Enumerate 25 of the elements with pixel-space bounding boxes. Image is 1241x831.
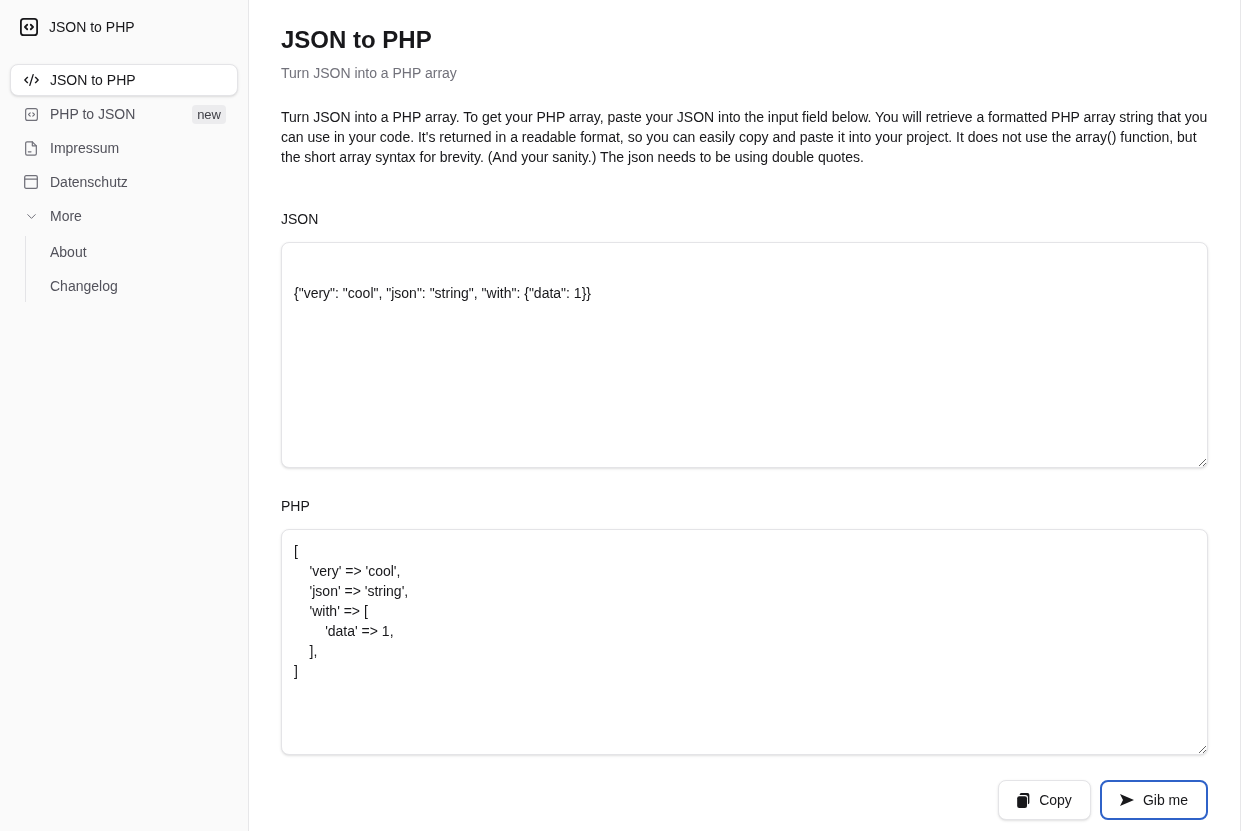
page-title: JSON to PHP	[281, 25, 433, 55]
submit-button[interactable]: Gib me	[1099, 780, 1208, 820]
sidebar-nav-item[interactable]: Impressum	[10, 132, 238, 164]
sidebar-nav-item[interactable]: More	[10, 200, 238, 232]
calendar-icon	[24, 175, 38, 189]
code-square-logo-icon	[20, 18, 38, 36]
new-badge: new	[192, 104, 226, 124]
field-label: PHP	[281, 497, 311, 516]
code-square-icon	[24, 107, 38, 121]
document-icon	[25, 140, 37, 156]
description-paragraph: Turn JSON into a PHP array. To get your PHP array, paste your JSON into the input field below. You will retrieve a formatted PHP array string that you can use in your code. It's returned in a readable format, so you can easily copy and paste it into your project. It does not use the array() function, but the short array syntax for brevity. (And your sanity.) The json needs to be using double quotes.	[281, 108, 1208, 167]
json-input-field[interactable]: {"very": "cool", "json": "string", "with": {"data": 1}}	[281, 242, 1208, 468]
code-icon	[23, 74, 39, 86]
page-subtitle: Turn JSON into a PHP array	[281, 64, 458, 83]
sidebar-subitem[interactable]: About	[38, 236, 238, 268]
sidebar-nav-item[interactable]: JSON to PHP	[10, 64, 238, 96]
sidebar-nav-item[interactable]: Datenschutz	[10, 166, 238, 198]
copy-button[interactable]: Copy	[998, 780, 1091, 820]
field-label: JSON	[281, 210, 320, 229]
copy-icon	[1017, 792, 1031, 808]
sidebar-subitem[interactable]: Changelog	[38, 270, 238, 302]
php-output-field[interactable]: [ 'very' => 'cool', 'json' => 'string', 'with' => [ 'data' => 1, ], ]	[281, 529, 1208, 755]
send-icon	[1119, 794, 1134, 806]
app-title: JSON to PHP	[49, 17, 135, 37]
sidebar-nav-item[interactable]: PHP to JSON new	[10, 98, 238, 130]
